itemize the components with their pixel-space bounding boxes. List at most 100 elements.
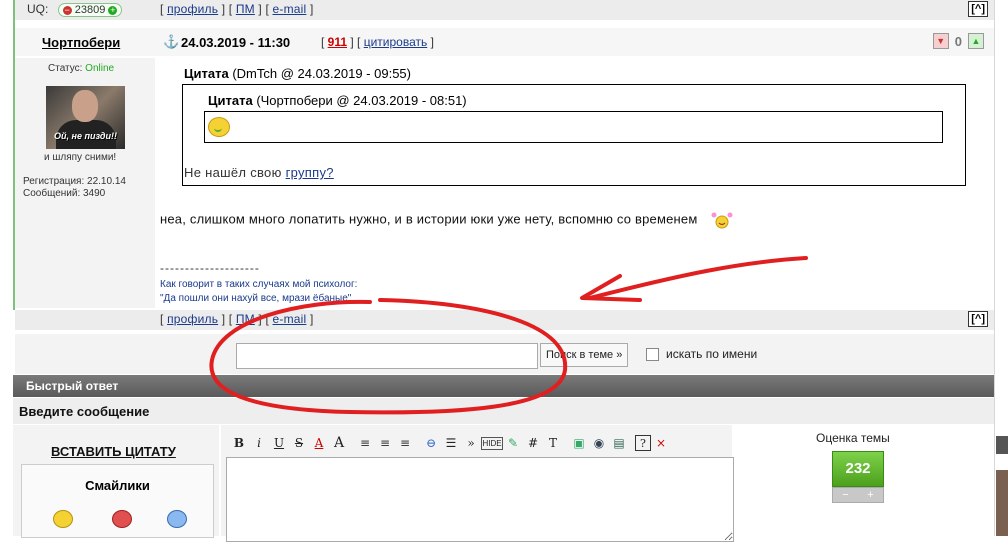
avatar[interactable]: Ой, не пизди!!	[46, 86, 125, 149]
font-size-icon[interactable]: A	[329, 434, 349, 452]
thumb-up-icon[interactable]: ▲	[968, 33, 984, 49]
quote-link[interactable]: цитировать	[364, 35, 428, 49]
edit-icon[interactable]: ✎	[503, 434, 523, 452]
message-textarea[interactable]	[226, 457, 734, 542]
list-icon[interactable]: ☰	[441, 434, 461, 452]
align-center-icon[interactable]: ≡	[375, 434, 395, 452]
search-by-name-label: искать по имени	[666, 347, 758, 361]
post-footer: [ профиль ] [ ПМ ] [ e-mail ] [^]	[15, 310, 994, 330]
vote-box: ▼ 0 ▲	[932, 33, 984, 49]
post-message-text: неа, слишком много лопатить нужно, и в и…	[160, 211, 698, 227]
inner-quote-meta: (Чортпобери @ 24.03.2019 - 08:51)	[256, 93, 467, 108]
user-stats: Регистрация: 22.10.14 Сообщений: 3490	[23, 176, 126, 200]
registration-date: Регистрация: 22.10.14	[23, 176, 126, 187]
smiley-icon	[208, 117, 230, 137]
rating-title: Оценка темы	[816, 431, 890, 445]
thumb-down-icon[interactable]: ▼	[932, 33, 949, 49]
anchor-icon[interactable]: ⚓	[163, 34, 179, 50]
edge-fragment	[996, 470, 1008, 536]
text-icon[interactable]: T	[543, 434, 563, 452]
strike-icon[interactable]: S	[289, 434, 309, 452]
post-datetime: 24.03.2019 - 11:30	[181, 35, 291, 50]
video-icon[interactable]: ▤	[609, 434, 629, 452]
post-number[interactable]: 911	[328, 35, 347, 49]
flash-icon[interactable]: ◉	[589, 434, 609, 452]
cry-smiley-icon[interactable]	[167, 510, 187, 528]
plus-icon[interactable]: +	[108, 5, 118, 15]
italic-icon[interactable]: i	[249, 434, 269, 452]
color-icon[interactable]: A	[309, 434, 329, 452]
hash-icon[interactable]: #	[523, 434, 543, 452]
prev-post-footer: UQ: − 23809 + [ профиль ] [ ПМ ] [ e-mai…	[15, 0, 994, 20]
search-by-name-checkbox[interactable]	[646, 348, 659, 361]
inner-quote-box	[204, 111, 943, 143]
scroll-top-button[interactable]: [^]	[968, 1, 988, 17]
image-icon[interactable]: ▣	[569, 434, 589, 452]
avatar-subcaption: и шляпу сними!	[44, 152, 117, 163]
quick-reply-sidebar: ВСТАВИТЬ ЦИТАТУ Смайлики	[13, 425, 219, 538]
signature-divider: --------------------	[160, 261, 260, 275]
group-link[interactable]: группу?	[286, 165, 334, 180]
pm-link[interactable]: ПМ	[236, 2, 255, 16]
cool-smiley-icon[interactable]	[53, 510, 73, 528]
underline-icon[interactable]: U	[269, 434, 289, 452]
status-label: Статус:	[48, 63, 83, 74]
minus-icon[interactable]: −	[62, 5, 72, 15]
editor-toolbar: B i U S A A ≡ ≡ ≡ ⊖ ☰ » HIDE ✎ # T ▣ ◉ ▤…	[229, 434, 671, 452]
search-button[interactable]: Поиск в теме »	[540, 343, 629, 367]
align-right-icon[interactable]: ≡	[395, 434, 415, 452]
email-link[interactable]: e-mail	[273, 2, 307, 16]
rating-panel: Оценка темы 232 − +	[734, 425, 994, 536]
quick-reply-title: Быстрый ответ	[26, 379, 119, 393]
outer-quote-title: Цитата	[184, 66, 229, 81]
scroll-top-button[interactable]: [^]	[968, 311, 988, 327]
quick-reply-header: Быстрый ответ	[13, 375, 994, 397]
cheer-smiley-icon	[711, 212, 733, 229]
quick-reply-subtitle: Введите сообщение	[19, 404, 150, 419]
hide-icon[interactable]: HIDE	[481, 436, 503, 450]
close-icon[interactable]: ×	[651, 434, 671, 452]
align-left-icon[interactable]: ≡	[355, 434, 375, 452]
outer-quote-box: Цитата (Чортпобери @ 24.03.2019 - 08:51)…	[182, 84, 966, 186]
insert-quote-button[interactable]: ВСТАВИТЬ ЦИТАТУ	[51, 444, 176, 459]
profile-link[interactable]: профиль	[167, 2, 218, 16]
smilies-panel: Смайлики	[21, 464, 214, 538]
uq-label: UQ:	[27, 2, 49, 16]
profile-links: [ профиль ] [ ПМ ] [ e-mail ]	[160, 2, 314, 16]
search-input[interactable]	[236, 343, 538, 369]
user-status: Статус: Online	[48, 63, 114, 74]
avatar-caption: Ой, не пизди!!	[54, 131, 117, 141]
profile-links-bottom: [ профиль ] [ ПМ ] [ e-mail ]	[160, 312, 314, 326]
edge-fragment	[996, 436, 1008, 454]
rate-down-icon[interactable]: −	[842, 489, 848, 501]
post-author[interactable]: Чортпобери	[42, 35, 120, 50]
message-count: Сообщений: 3490	[23, 188, 106, 199]
quick-reply-subheader: Введите сообщение	[13, 398, 994, 424]
post-meta: [ 911 ] [ цитировать ]	[321, 35, 434, 49]
smilies-title: Смайлики	[85, 478, 150, 493]
right-border	[994, 0, 995, 536]
uq-value: 23809	[74, 4, 106, 16]
email-link[interactable]: e-mail	[273, 312, 307, 326]
forum-page: UQ: − 23809 + [ профиль ] [ ПМ ] [ e-mai…	[0, 0, 1008, 542]
user-info: Статус: Online Ой, не пизди!! и шляпу сн…	[15, 58, 155, 308]
inner-quote-header: Цитата (Чортпобери @ 24.03.2019 - 08:51)	[208, 93, 467, 108]
rating-value: 232	[832, 451, 884, 487]
bold-icon[interactable]: B	[229, 434, 249, 452]
rating-controls: − +	[832, 487, 884, 503]
rate-up-icon[interactable]: +	[867, 489, 873, 501]
inner-quote-title: Цитата	[208, 93, 253, 108]
signature-line-2: "Да пошли они нахуй все, мрази ёбаные"	[160, 293, 352, 304]
pm-link[interactable]: ПМ	[236, 312, 255, 326]
angry-smiley-icon[interactable]	[112, 510, 132, 528]
vote-count: 0	[954, 33, 962, 49]
status-value: Online	[85, 63, 115, 74]
link-icon[interactable]: ⊖	[421, 434, 441, 452]
help-icon[interactable]: ?	[635, 435, 651, 451]
quote-icon[interactable]: »	[461, 434, 481, 452]
outer-quote-text: Не нашёл свою группу?	[184, 165, 334, 180]
post-header: Чортпобери ⚓ 24.03.2019 - 11:30 [ 911 ] …	[15, 28, 994, 56]
editor: B i U S A A ≡ ≡ ≡ ⊖ ☰ » HIDE ✎ # T ▣ ◉ ▤…	[221, 425, 734, 542]
profile-link[interactable]: профиль	[167, 312, 218, 326]
uq-label-wrap: UQ: − 23809 +	[27, 2, 123, 17]
